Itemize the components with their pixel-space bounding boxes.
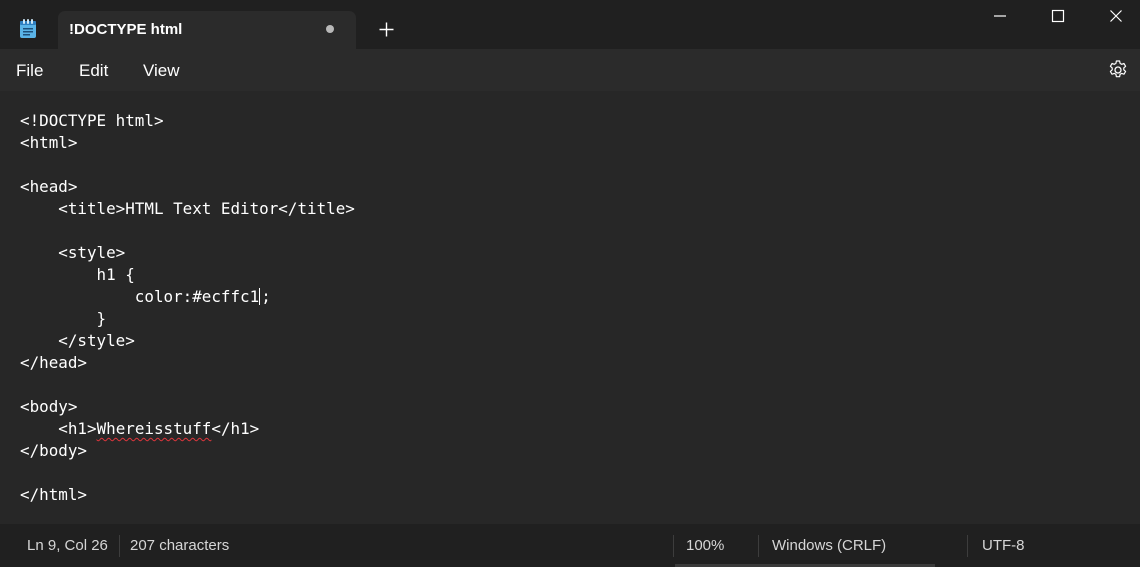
code-line-9-before-cursor: color:#ecffc1: [20, 287, 260, 306]
status-divider: [967, 535, 968, 557]
tab-title: !DOCTYPE html: [69, 21, 183, 38]
menu-bar: File Edit View: [0, 49, 1140, 91]
status-divider: [673, 535, 674, 557]
encoding[interactable]: UTF-8: [982, 537, 1025, 554]
code-line-12: </head>: [20, 353, 87, 372]
misspelled-word[interactable]: Whereisstuff: [97, 419, 212, 438]
text-editor[interactable]: <!DOCTYPE html> <html> <head> <title>HTM…: [0, 91, 1140, 524]
minimize-icon: [994, 15, 1006, 17]
menu-view[interactable]: View: [143, 61, 180, 81]
status-divider: [119, 535, 120, 557]
close-button[interactable]: [1087, 0, 1140, 32]
gear-icon[interactable]: [1107, 59, 1129, 81]
status-bar: Ln 9, Col 26 207 characters 100% Windows…: [0, 524, 1140, 567]
code-line-5: <title>HTML Text Editor</title>: [20, 199, 355, 218]
maximize-icon: [1051, 9, 1065, 23]
code-line-7: <style>: [20, 243, 126, 262]
code-line-14: <body>: [20, 397, 78, 416]
code-line-8: h1 {: [20, 265, 135, 284]
code-line-15-indent: [20, 419, 58, 438]
minimize-button[interactable]: [971, 0, 1029, 32]
unsaved-dot-icon[interactable]: [326, 25, 334, 33]
code-line-16: </body>: [20, 441, 87, 460]
code-line-9-after-cursor: ;: [261, 287, 271, 306]
code-line-15-close-tag: </h1>: [211, 419, 260, 438]
status-divider: [758, 535, 759, 557]
cursor-position: Ln 9, Col 26: [27, 537, 108, 554]
code-line-18: </html>: [20, 485, 87, 504]
maximize-button[interactable]: [1029, 0, 1087, 32]
title-bar: !DOCTYPE html: [0, 0, 1140, 49]
zoom-level[interactable]: 100%: [686, 537, 724, 554]
code-line-10: }: [20, 309, 107, 328]
code-line-15: <h1>Whereisstuff</h1>: [20, 418, 259, 440]
code-line-15-open-tag: <h1>: [58, 419, 97, 438]
code-line-11: </style>: [20, 331, 135, 350]
code-line-2: <html>: [20, 133, 78, 152]
character-count: 207 characters: [130, 537, 230, 554]
code-line-9: color:#ecffc1;: [20, 286, 271, 308]
tab-document[interactable]: !DOCTYPE html: [58, 11, 356, 49]
code-line-1: <!DOCTYPE html>: [20, 111, 164, 130]
menu-edit[interactable]: Edit: [79, 61, 108, 81]
close-icon: [1110, 10, 1122, 22]
plus-icon[interactable]: [378, 21, 395, 38]
code-line-4: <head>: [20, 177, 78, 196]
menu-file[interactable]: File: [16, 61, 43, 81]
notepad-app-icon: [20, 19, 36, 38]
line-ending[interactable]: Windows (CRLF): [772, 537, 886, 554]
